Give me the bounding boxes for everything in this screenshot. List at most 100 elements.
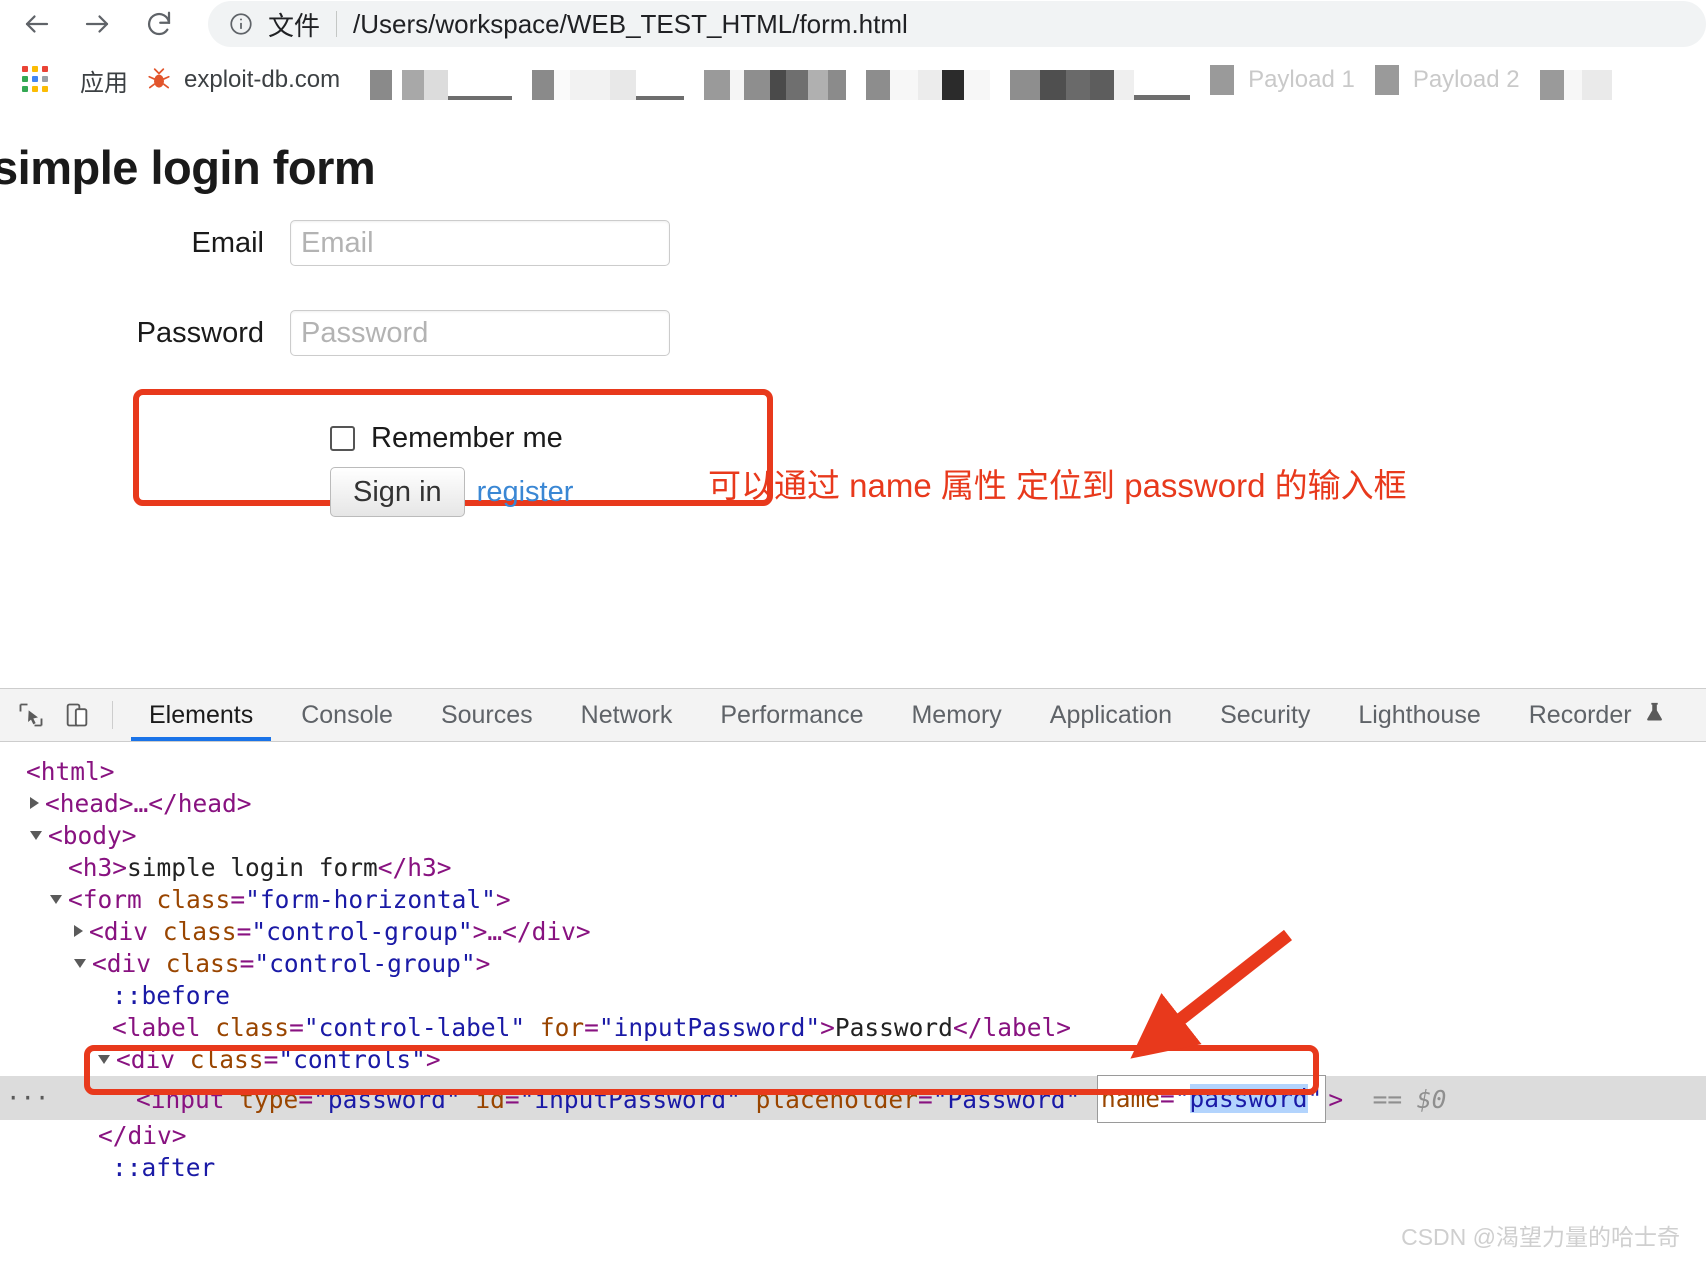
tab-console[interactable]: Console — [277, 689, 417, 741]
inspect-cursor-icon[interactable] — [8, 689, 54, 741]
chevron-down-icon[interactable] — [50, 895, 62, 904]
dom-input-attr-type: type — [239, 1085, 298, 1114]
tab-application[interactable]: Application — [1026, 689, 1196, 741]
dom-label-tag: label — [127, 1013, 201, 1042]
dom-selected-marker: == $0 — [1373, 1085, 1447, 1114]
tab-recorder[interactable]: Recorder — [1505, 689, 1690, 741]
dom-line-input-selected[interactable]: ··· <input type="password" id="inputPass… — [0, 1076, 1706, 1120]
remember-me-label: Remember me — [371, 422, 563, 455]
dom-input-val-id: "inputPassword" — [520, 1085, 741, 1114]
bookmark-payload-2[interactable]: Payload 2 — [1375, 60, 1520, 100]
tab-performance[interactable]: Performance — [696, 689, 887, 741]
dom-controls-val: "controls" — [278, 1045, 426, 1074]
bookmark-obscured-4[interactable] — [866, 60, 990, 100]
dom-line-html[interactable]: <html> — [0, 756, 1706, 788]
dom-line-head-text: <head>…</head> — [45, 789, 252, 818]
tab-sources-label: Sources — [441, 701, 533, 730]
tab-memory[interactable]: Memory — [887, 689, 1025, 741]
bookmark-obscured-6[interactable] — [1540, 60, 1612, 100]
remember-me-checkbox[interactable] — [330, 426, 355, 451]
dom-tree: <html> <head>…</head> <body> <h3>simple … — [0, 742, 1706, 1184]
apps-grid-icon[interactable] — [22, 66, 50, 94]
bookmark-payload-2-label: Payload 2 — [1413, 66, 1520, 94]
dom-input-attr-placeholder: placeholder — [756, 1085, 918, 1114]
dom-input-val-name[interactable]: password — [1190, 1084, 1308, 1113]
chevron-right-icon[interactable] — [74, 925, 83, 937]
password-label: Password — [0, 317, 290, 350]
dom-input-val-type: "password" — [313, 1085, 461, 1114]
chevron-right-icon[interactable] — [30, 797, 39, 809]
dom-controls-attr: class — [190, 1045, 264, 1074]
forward-button[interactable] — [74, 1, 120, 47]
bug-icon — [146, 67, 172, 93]
device-toggle-icon[interactable] — [54, 689, 100, 741]
reload-icon — [144, 9, 174, 39]
dom-input-attr-id: id — [475, 1085, 505, 1114]
tab-security-label: Security — [1220, 701, 1310, 730]
chevron-down-icon[interactable] — [98, 1055, 110, 1064]
form-row-password: Password Password — [0, 310, 670, 356]
toolbar-divider — [112, 701, 113, 729]
tab-network[interactable]: Network — [557, 689, 697, 741]
chevron-down-icon[interactable] — [30, 831, 42, 840]
bookmark-obscured-2[interactable] — [532, 60, 684, 100]
bookmark-exploit-db[interactable]: exploit-db.com — [146, 66, 340, 94]
omnibox-divider — [336, 11, 337, 37]
dom-line-controlgroup-1[interactable]: <div class="control-group">…</div> — [0, 916, 1706, 948]
address-bar[interactable]: 文件 /Users/workspace/WEB_TEST_HTML/form.h… — [208, 1, 1706, 47]
dom-line-body[interactable]: <body> — [0, 820, 1706, 852]
dom-h3-open: <h3> — [68, 853, 127, 882]
browser-toolbar: 文件 /Users/workspace/WEB_TEST_HTML/form.h… — [0, 0, 1706, 48]
email-input[interactable]: Email — [290, 220, 670, 266]
info-circle-icon[interactable] — [226, 9, 256, 39]
tab-security[interactable]: Security — [1196, 689, 1334, 741]
bookmark-obscured-1[interactable] — [370, 60, 512, 100]
dom-line-div-close[interactable]: </div> — [0, 1120, 1706, 1152]
browser-chrome: 文件 /Users/workspace/WEB_TEST_HTML/form.h… — [0, 0, 1706, 112]
dom-line-form[interactable]: <form class="form-horizontal"> — [0, 884, 1706, 916]
dom-line-after[interactable]: ::after — [0, 1152, 1706, 1184]
reload-button[interactable] — [136, 1, 182, 47]
dom-h3-text: simple login form — [127, 853, 378, 882]
dom-input-name-quote-open: " — [1175, 1084, 1190, 1113]
email-label: Email — [0, 227, 290, 260]
dom-cg2-val: "control-group" — [254, 949, 475, 978]
bookmark-obscured-5[interactable] — [1010, 60, 1190, 100]
tab-recorder-label: Recorder — [1529, 701, 1632, 730]
dom-line-label[interactable]: <label class="control-label" for="inputP… — [0, 1012, 1706, 1044]
dom-line-head[interactable]: <head>…</head> — [0, 788, 1706, 820]
dom-div-close-text: </div> — [98, 1121, 187, 1150]
dom-line-controls[interactable]: <div class="controls"> — [0, 1044, 1706, 1076]
dom-cg2-tag: div — [107, 949, 151, 978]
tab-memory-label: Memory — [911, 701, 1001, 730]
dom-form-val: "form-horizontal" — [245, 885, 496, 914]
tab-lighthouse[interactable]: Lighthouse — [1334, 689, 1504, 741]
page-title: simple login form — [0, 140, 375, 195]
form-row-email: Email Email — [0, 220, 670, 266]
bookmark-apps[interactable]: 应用 — [68, 63, 128, 98]
bookmark-payload-1[interactable]: Payload 1 — [1210, 60, 1355, 100]
remember-me-row[interactable]: Remember me — [330, 422, 563, 455]
bookmark-apps-label: 应用 — [80, 63, 128, 98]
sign-in-button[interactable]: Sign in — [330, 467, 465, 517]
dom-input-tag: input — [151, 1085, 225, 1114]
back-button[interactable] — [14, 1, 60, 47]
password-input[interactable]: Password — [290, 310, 670, 356]
dom-line-before[interactable]: ::before — [0, 980, 1706, 1012]
dom-form-tag: form — [83, 885, 142, 914]
tab-elements[interactable]: Elements — [125, 689, 277, 741]
flask-icon — [1644, 700, 1666, 731]
dom-label-attr1: class — [215, 1013, 289, 1042]
more-options-icon[interactable]: ··· — [6, 1076, 49, 1120]
register-link[interactable]: register — [477, 476, 574, 509]
arrow-left-icon — [22, 9, 52, 39]
dom-label-val2: "inputPassword" — [599, 1013, 820, 1042]
chevron-down-icon[interactable] — [74, 959, 86, 968]
dom-line-controlgroup-2[interactable]: <div class="control-group"> — [0, 948, 1706, 980]
devtools-panel: Elements Console Sources Network Perform… — [0, 688, 1706, 1265]
dom-input-name-attr-editor[interactable]: name="password" — [1097, 1075, 1326, 1123]
bookmark-obscured-3[interactable] — [704, 60, 846, 100]
tab-sources[interactable]: Sources — [417, 689, 557, 741]
web-page-viewport: simple login form Email Email Password P… — [0, 112, 1706, 688]
dom-line-h3[interactable]: <h3>simple login form</h3> — [0, 852, 1706, 884]
